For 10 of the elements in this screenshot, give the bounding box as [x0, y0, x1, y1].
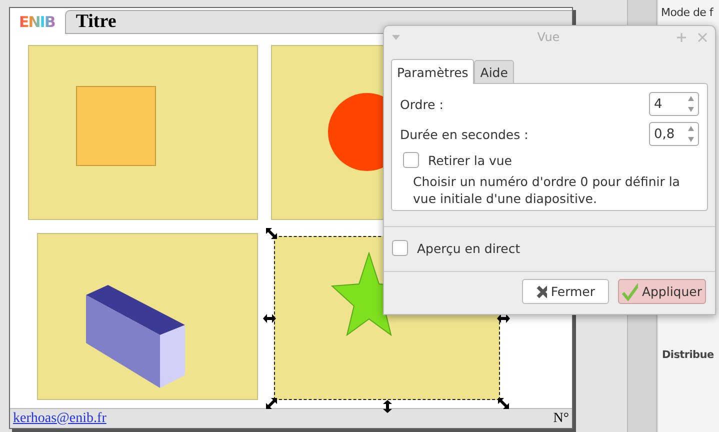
field-label: Durée en secondes :	[400, 126, 528, 142]
page-number: N°	[553, 410, 569, 426]
window-title: Vue	[536, 30, 561, 44]
panel-heading: Mode de f	[661, 6, 713, 19]
checkbox-label: Retirer la vue	[428, 152, 512, 168]
section-heading: Distribue	[662, 349, 714, 361]
hint-text: Choisir un numéro d'ordre 0 pour définir la vue initiale d'une diapositive.	[413, 174, 681, 208]
slide-title: Titre	[76, 11, 116, 33]
checkbox-label: Aperçu en direct	[417, 240, 520, 256]
field-label: Ordre :	[400, 96, 444, 112]
